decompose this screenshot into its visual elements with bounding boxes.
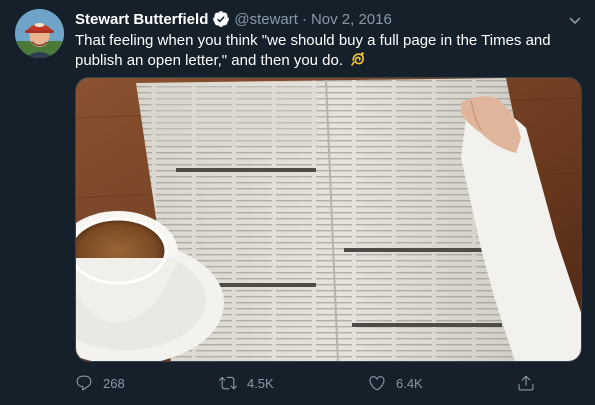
dizzy-emoji-icon (350, 51, 366, 67)
retweet-count: 4.5K (246, 375, 274, 391)
reply-icon (76, 375, 92, 391)
tweet-text-container: That feeling when you think "we should b… (75, 31, 575, 71)
tweet[interactable]: Stewart Butterfield @stewart · Nov 2, 20… (0, 0, 595, 405)
verified-badge-icon (212, 10, 230, 28)
heart-icon (369, 376, 385, 391)
like-button[interactable]: 6.4K (368, 374, 423, 392)
retweet-button[interactable]: 4.5K (218, 374, 274, 392)
tweet-actions: 268 4.5K 6.4K (75, 372, 545, 394)
reply-button[interactable]: 268 (75, 374, 125, 392)
separator-dot: · (301, 10, 307, 28)
like-count: 6.4K (395, 375, 423, 391)
tweet-header: Stewart Butterfield @stewart · Nov 2, 20… (75, 9, 585, 29)
avatar[interactable] (15, 9, 64, 58)
tweet-text: That feeling when you think "we should b… (75, 32, 551, 69)
reply-count: 268 (103, 375, 125, 391)
chevron-down-icon[interactable] (569, 14, 581, 26)
tweet-photo[interactable] (75, 77, 582, 362)
retweet-icon (218, 376, 237, 390)
share-button[interactable] (517, 374, 545, 392)
author-handle[interactable]: @stewart (234, 11, 298, 28)
share-icon (518, 375, 534, 391)
tweet-date[interactable]: Nov 2, 2016 (311, 11, 392, 28)
author-name[interactable]: Stewart Butterfield (75, 11, 208, 28)
